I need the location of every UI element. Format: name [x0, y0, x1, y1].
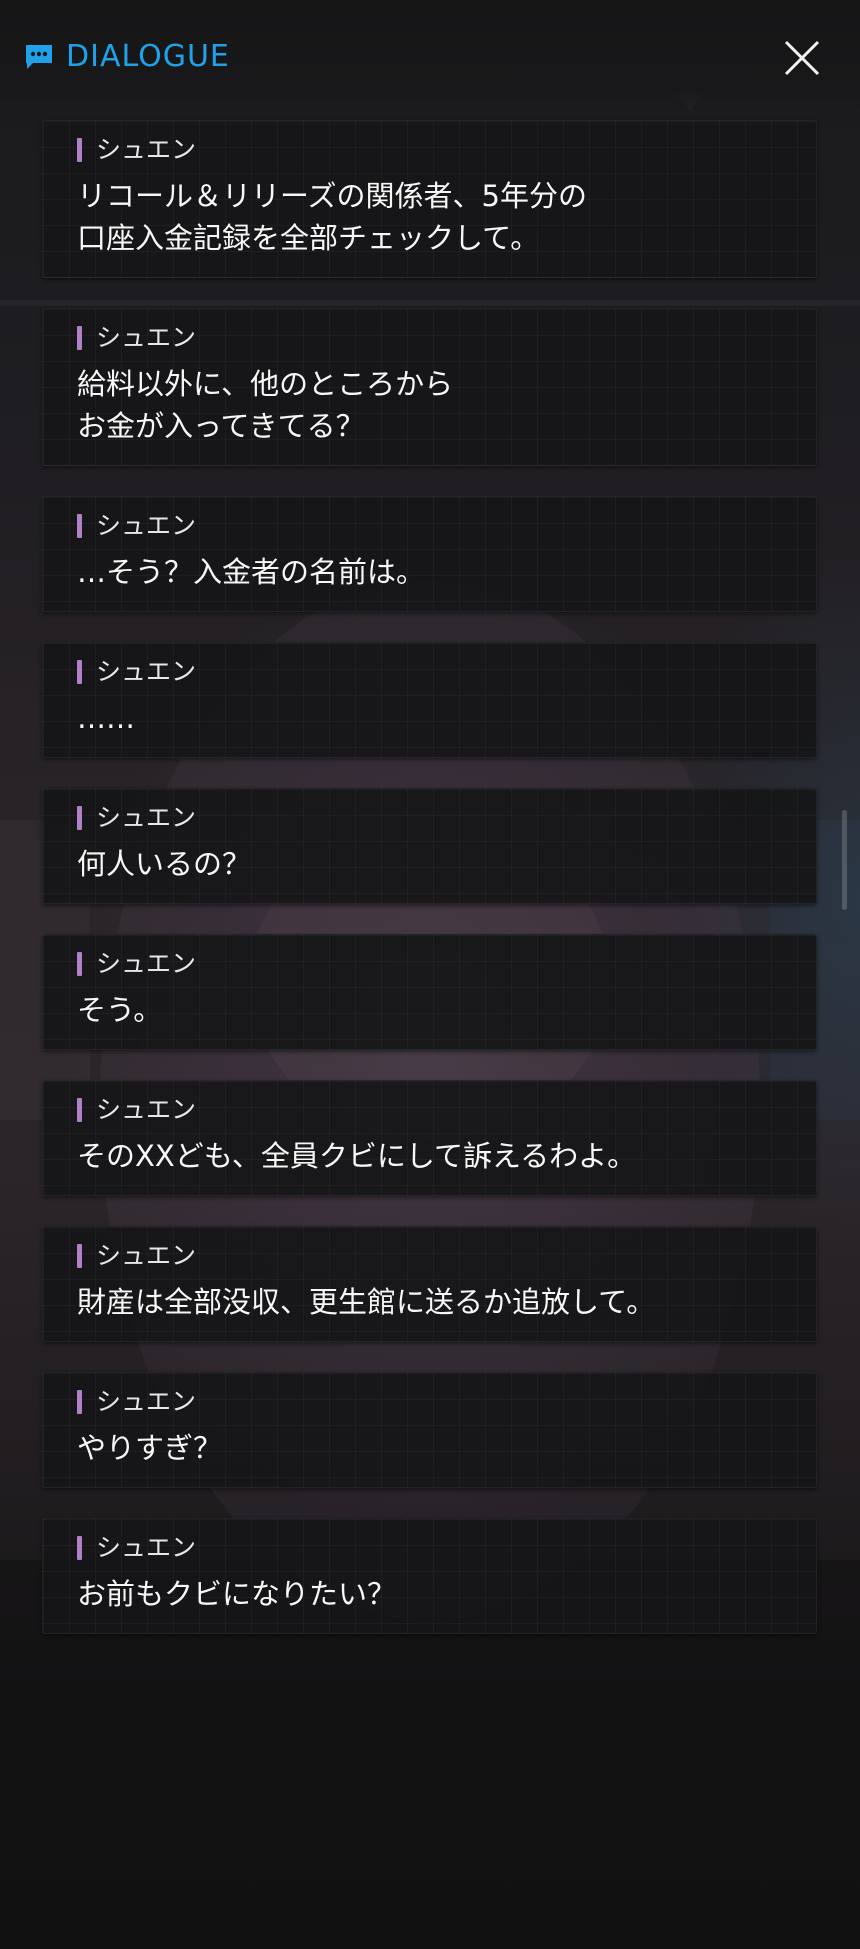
- speaker-name: シュエン: [96, 135, 197, 164]
- dialogue-text: ……: [77, 701, 135, 735]
- dialogue-entry: シュエン やりすぎ？: [42, 1372, 817, 1488]
- speaker-row: シュエン: [77, 1387, 782, 1417]
- speaker-marker: [77, 514, 82, 538]
- speaker-marker: [77, 660, 82, 684]
- speaker-row: シュエン: [77, 803, 782, 833]
- dialogue-text: リコール＆リリーズの関係者、5年分の 口座入金記録を全部チェックして。: [77, 179, 588, 255]
- header-title-group: DIALOGUE: [24, 38, 230, 76]
- dialogue-text: 何人いるの？: [77, 847, 252, 881]
- speaker-row: シュエン: [77, 657, 782, 687]
- dialogue-entry: シュエン そう。: [42, 934, 817, 1050]
- speaker-row: シュエン: [77, 1095, 782, 1125]
- speaker-marker: [77, 1536, 82, 1560]
- speaker-name: シュエン: [96, 323, 197, 352]
- speaker-name: シュエン: [96, 1241, 197, 1270]
- close-button[interactable]: [778, 34, 826, 82]
- speaker-row: シュエン: [77, 1533, 782, 1563]
- header-title: DIALOGUE: [66, 39, 230, 74]
- speaker-row: シュエン: [77, 1241, 782, 1271]
- speaker-name: シュエン: [96, 511, 197, 540]
- speaker-name: シュエン: [96, 1533, 197, 1562]
- dialogue-entry: シュエン リコール＆リリーズの関係者、5年分の 口座入金記録を全部チェックして。: [42, 120, 817, 278]
- close-icon: [778, 34, 826, 82]
- dialogue-text: やりすぎ？: [77, 1431, 223, 1465]
- dialogue-text: お前もクビになりたい？: [77, 1577, 397, 1611]
- dialogue-text: …そう？入金者の名前は。: [77, 555, 426, 589]
- speaker-marker: [77, 1098, 82, 1122]
- speaker-row: シュエン: [77, 323, 782, 353]
- speaker-marker: [77, 952, 82, 976]
- speaker-marker: [77, 138, 82, 162]
- speaker-marker: [77, 1244, 82, 1268]
- dialogue-log-list[interactable]: シュエン リコール＆リリーズの関係者、5年分の 口座入金記録を全部チェックして。…: [42, 120, 817, 1664]
- dialogue-entry: シュエン 何人いるの？: [42, 788, 817, 904]
- speaker-name: シュエン: [96, 803, 197, 832]
- dialogue-entry: シュエン そのXXども、全員クビにして訴えるわよ。: [42, 1080, 817, 1196]
- speaker-name: シュエン: [96, 1387, 197, 1416]
- dialogue-header: DIALOGUE: [0, 0, 860, 112]
- chat-bubble-icon: [24, 43, 54, 71]
- speaker-row: シュエン: [77, 135, 782, 165]
- dialogue-text: そう。: [77, 993, 163, 1027]
- speaker-marker: [77, 326, 82, 350]
- speaker-marker: [77, 1390, 82, 1414]
- speaker-row: シュエン: [77, 949, 782, 979]
- speaker-name: シュエン: [96, 1095, 197, 1124]
- dialogue-entry: シュエン 財産は全部没収、更生館に送るか追放して。: [42, 1226, 817, 1342]
- speaker-row: シュエン: [77, 511, 782, 541]
- dialogue-text: 財産は全部没収、更生館に送るか追放して。: [77, 1285, 656, 1319]
- scrollbar-thumb[interactable]: [842, 810, 847, 910]
- speaker-marker: [77, 806, 82, 830]
- dialogue-entry: シュエン ……: [42, 642, 817, 758]
- dialogue-entry: シュエン 給料以外に、他のところから お金が入ってきてる？: [42, 308, 817, 466]
- dialogue-entry: シュエン …そう？入金者の名前は。: [42, 496, 817, 612]
- speaker-name: シュエン: [96, 949, 197, 978]
- speaker-name: シュエン: [96, 657, 197, 686]
- dialogue-text: そのXXども、全員クビにして訴えるわよ。: [77, 1139, 637, 1173]
- dialogue-text: 給料以外に、他のところから お金が入ってきてる？: [77, 367, 454, 443]
- dialogue-entry: シュエン お前もクビになりたい？: [42, 1518, 817, 1634]
